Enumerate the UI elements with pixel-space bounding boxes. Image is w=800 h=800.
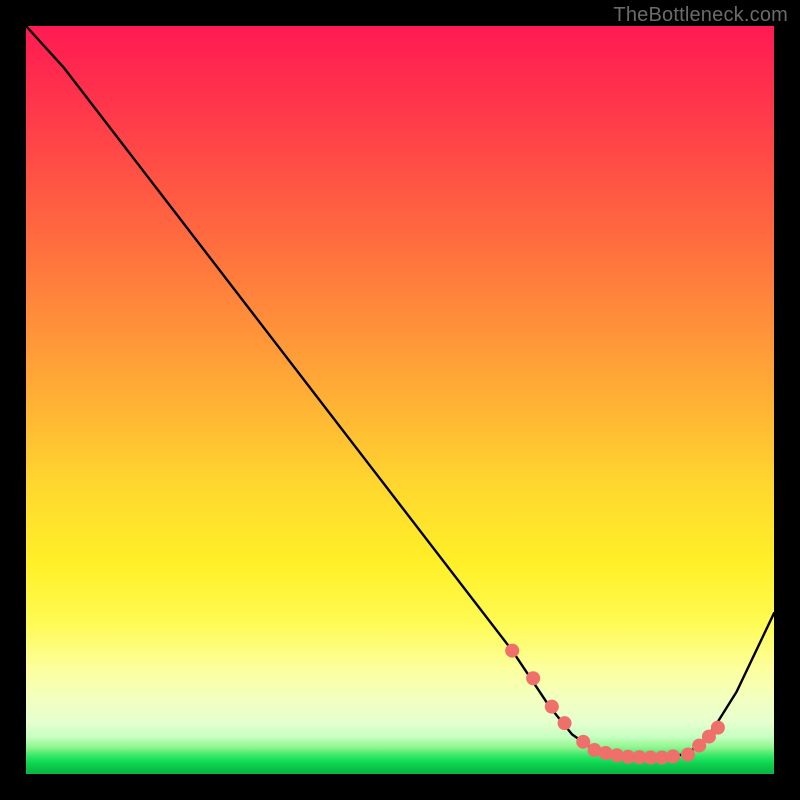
dot-icon [681,748,695,762]
dot-icon [711,721,725,735]
highlight-dots [505,644,725,765]
dot-icon [666,749,680,763]
plot-area [26,26,774,774]
curve-layer [26,26,774,774]
chart-frame: TheBottleneck.com [0,0,800,800]
bottleneck-curve [26,26,774,758]
dot-icon [558,716,572,730]
dot-icon [545,700,559,714]
dot-icon [526,671,540,685]
watermark-text: TheBottleneck.com [613,4,788,27]
dot-icon [576,735,590,749]
dot-icon [505,644,519,658]
